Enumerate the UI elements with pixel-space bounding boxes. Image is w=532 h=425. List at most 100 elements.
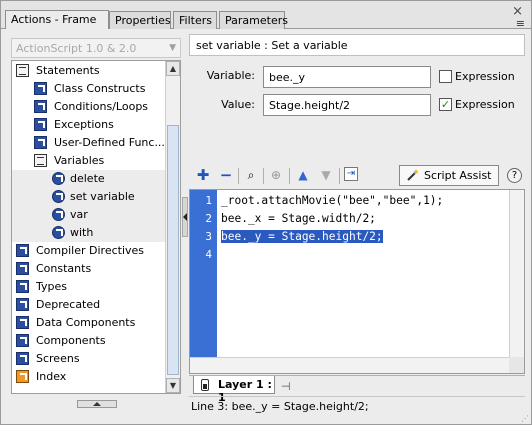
tree-item-constants[interactable]: Constants <box>12 260 165 278</box>
tree-item-delete[interactable]: delete <box>12 170 165 188</box>
actions-panel: Actions - Frame Properties Filters Param… <box>0 0 532 425</box>
tab-parameters[interactable]: Parameters <box>219 11 288 29</box>
move-up-icon[interactable]: ▲ <box>294 167 312 185</box>
tree-item-exceptions[interactable]: Exceptions <box>12 116 165 134</box>
book-icon <box>16 64 29 77</box>
layer-script-icon <box>201 379 209 391</box>
pin-script-icon[interactable]: ⊣ <box>281 380 291 393</box>
action-icon <box>16 244 29 257</box>
collapse-toolbox-handle[interactable] <box>182 197 188 237</box>
tree-item-index[interactable]: Index <box>12 368 165 386</box>
magic-wand-icon <box>407 169 419 181</box>
tree-scroll-thumb[interactable] <box>167 125 179 375</box>
tree-item-statements[interactable]: Statements <box>12 62 165 80</box>
line-number-gutter: 1 2 3 4 <box>190 190 217 357</box>
tree-item-label: var <box>70 208 88 221</box>
tree-item-screens[interactable]: Screens <box>12 350 165 368</box>
script-assist-label: Script Assist <box>424 169 492 182</box>
tree-item-class-constructs[interactable]: Class Constructs <box>12 80 165 98</box>
pane-resize-handle[interactable] <box>77 400 117 408</box>
help-icon[interactable]: ? <box>507 168 522 183</box>
scroll-corner <box>509 357 524 373</box>
tree-item-with[interactable]: with <box>12 224 165 242</box>
add-action-icon[interactable]: ✚ <box>194 167 212 185</box>
circle-action-icon <box>52 172 65 185</box>
line-number: 2 <box>205 212 212 225</box>
tree-item-data-components[interactable]: Data Components <box>12 314 165 332</box>
tree-item-variables[interactable]: Variables <box>12 152 165 170</box>
tree-item-label: Data Components <box>36 316 136 329</box>
action-icon <box>16 262 29 275</box>
tree-item-label: Exceptions <box>54 118 114 131</box>
code-line[interactable]: bee._x = Stage.width/2; <box>221 212 376 225</box>
tab-actions-frame[interactable]: Actions - Frame <box>5 10 109 29</box>
tab-bar: Actions - Frame Properties Filters Param… <box>1 1 531 29</box>
editor-vertical-scrollbar[interactable] <box>509 190 524 357</box>
index-icon <box>16 370 29 383</box>
variable-field[interactable]: bee._y <box>263 66 431 88</box>
code-line-selected[interactable]: bee._y = Stage.height/2; <box>221 230 383 243</box>
toolbar-divider <box>263 168 264 184</box>
actions-tree[interactable]: Statements Class Constructs Conditions/L… <box>11 60 181 394</box>
action-description: set variable : Set a variable <box>189 34 525 56</box>
editor-horizontal-scrollbar[interactable] <box>190 357 510 373</box>
resize-grip-icon[interactable]: ⋰ <box>521 414 531 424</box>
tree-item-compiler-directives[interactable]: Compiler Directives <box>12 242 165 260</box>
tree-item-var[interactable]: var <box>12 206 165 224</box>
tree-item-set-variable[interactable]: set variable <box>12 188 165 206</box>
tab-filters[interactable]: Filters <box>173 11 217 29</box>
toolbar-divider <box>238 168 239 184</box>
find-icon[interactable]: ⌕ <box>242 167 260 185</box>
delete-action-icon[interactable]: − <box>217 167 235 185</box>
script-navigator-bar: Layer 1 : 1 ⊣ <box>189 375 525 404</box>
script-pane: set variable : Set a variable Variable: … <box>189 34 529 414</box>
value-field[interactable]: Stage.height/2 <box>263 94 431 116</box>
tree-item-label: Components <box>36 334 106 347</box>
tree-item-label: with <box>70 226 94 239</box>
tree-item-label: Screens <box>36 352 80 365</box>
circle-action-icon <box>52 226 65 239</box>
chevron-down-icon: ▼ <box>169 43 176 53</box>
target-path-icon[interactable]: ⊕ <box>267 167 285 185</box>
tree-item-components[interactable]: Components <box>12 332 165 350</box>
scroll-up-arrow-icon[interactable]: ▲ <box>166 61 180 76</box>
version-select-value: ActionScript 1.0 & 2.0 <box>16 42 137 55</box>
scroll-down-arrow-icon[interactable]: ▼ <box>166 378 180 393</box>
circle-action-icon <box>52 208 65 221</box>
tree-item-conditions-loops[interactable]: Conditions/Loops <box>12 98 165 116</box>
toolbar-divider <box>339 168 340 184</box>
tab-properties[interactable]: Properties <box>109 11 171 29</box>
line-number: 4 <box>205 248 212 261</box>
script-assist-button[interactable]: Script Assist <box>399 165 499 186</box>
layer-tab[interactable]: Layer 1 : 1 <box>193 376 275 404</box>
tree-item-deprecated[interactable]: Deprecated <box>12 296 165 314</box>
debug-options-icon[interactable]: ⇥ <box>344 167 358 181</box>
tree-item-user-defined-functions[interactable]: User-Defined Func... <box>12 134 165 152</box>
tree-scrollbar[interactable]: ▲ ▼ <box>165 61 180 393</box>
tree-item-label: Types <box>36 280 67 293</box>
tree-item-types[interactable]: Types <box>12 278 165 296</box>
script-editor[interactable]: 1 2 3 4 _root.attachMovie("bee","bee",1)… <box>189 189 525 374</box>
move-down-icon[interactable]: ▼ <box>317 167 335 185</box>
line-number: 3 <box>205 230 212 243</box>
action-icon <box>16 316 29 329</box>
status-line: Line 3: bee._y = Stage.height/2; <box>189 396 525 414</box>
value-expression-label: Expression <box>455 98 515 111</box>
toolbox-pane-resize <box>11 396 181 410</box>
value-expression-checkbox[interactable]: ✓ <box>439 98 452 111</box>
tree-item-label: Class Constructs <box>54 82 146 95</box>
panel-menu-icon[interactable]: ≡ <box>516 17 525 30</box>
action-icon <box>16 280 29 293</box>
action-icon <box>34 136 47 149</box>
value-label: Value: <box>221 98 255 111</box>
code-line[interactable]: _root.attachMovie("bee","bee",1); <box>221 194 443 207</box>
tree-item-label: set variable <box>70 190 135 203</box>
script-toolbar: ✚ − ⌕ ⊕ ▲ ▼ ⇥ Script Assist ? <box>189 165 525 187</box>
line-number: 1 <box>205 194 212 207</box>
book-icon <box>34 154 47 167</box>
tree-item-label: Compiler Directives <box>36 244 145 257</box>
action-icon <box>34 100 47 113</box>
variable-expression-label: Expression <box>455 70 515 83</box>
toolbar-divider <box>289 168 290 184</box>
variable-expression-checkbox[interactable] <box>439 70 452 83</box>
